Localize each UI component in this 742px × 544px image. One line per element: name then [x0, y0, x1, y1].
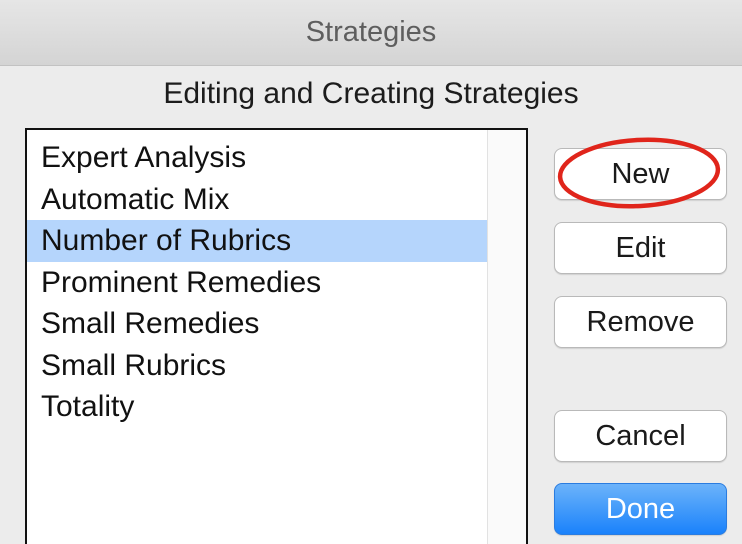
- dialog-heading: Editing and Creating Strategies: [163, 77, 579, 110]
- list-item-prominent-remedies[interactable]: Prominent Remedies: [27, 262, 488, 304]
- cancel-button[interactable]: Cancel: [554, 410, 727, 462]
- remove-button[interactable]: Remove: [554, 296, 727, 348]
- list-item-small-remedies[interactable]: Small Remedies: [27, 303, 488, 345]
- done-button[interactable]: Done: [554, 483, 727, 535]
- list-item-automatic-mix[interactable]: Automatic Mix: [27, 179, 488, 221]
- strategies-dialog: Strategies Editing and Creating Strategi…: [0, 0, 742, 544]
- list-item-small-rubrics[interactable]: Small Rubrics: [27, 345, 488, 387]
- strategies-list[interactable]: Expert Analysis Automatic Mix Number of …: [25, 128, 528, 544]
- list-item-totality[interactable]: Totality: [27, 386, 488, 428]
- title-bar[interactable]: Strategies: [0, 0, 742, 66]
- edit-button[interactable]: Edit: [554, 222, 727, 274]
- window-title: Strategies: [305, 16, 437, 48]
- new-button[interactable]: New: [554, 148, 727, 200]
- list-item-expert-analysis[interactable]: Expert Analysis: [27, 137, 488, 179]
- list-item-number-of-rubrics[interactable]: Number of Rubrics: [27, 220, 488, 262]
- strategies-list-items: Expert Analysis Automatic Mix Number of …: [27, 137, 488, 428]
- list-scrollbar[interactable]: [487, 130, 526, 544]
